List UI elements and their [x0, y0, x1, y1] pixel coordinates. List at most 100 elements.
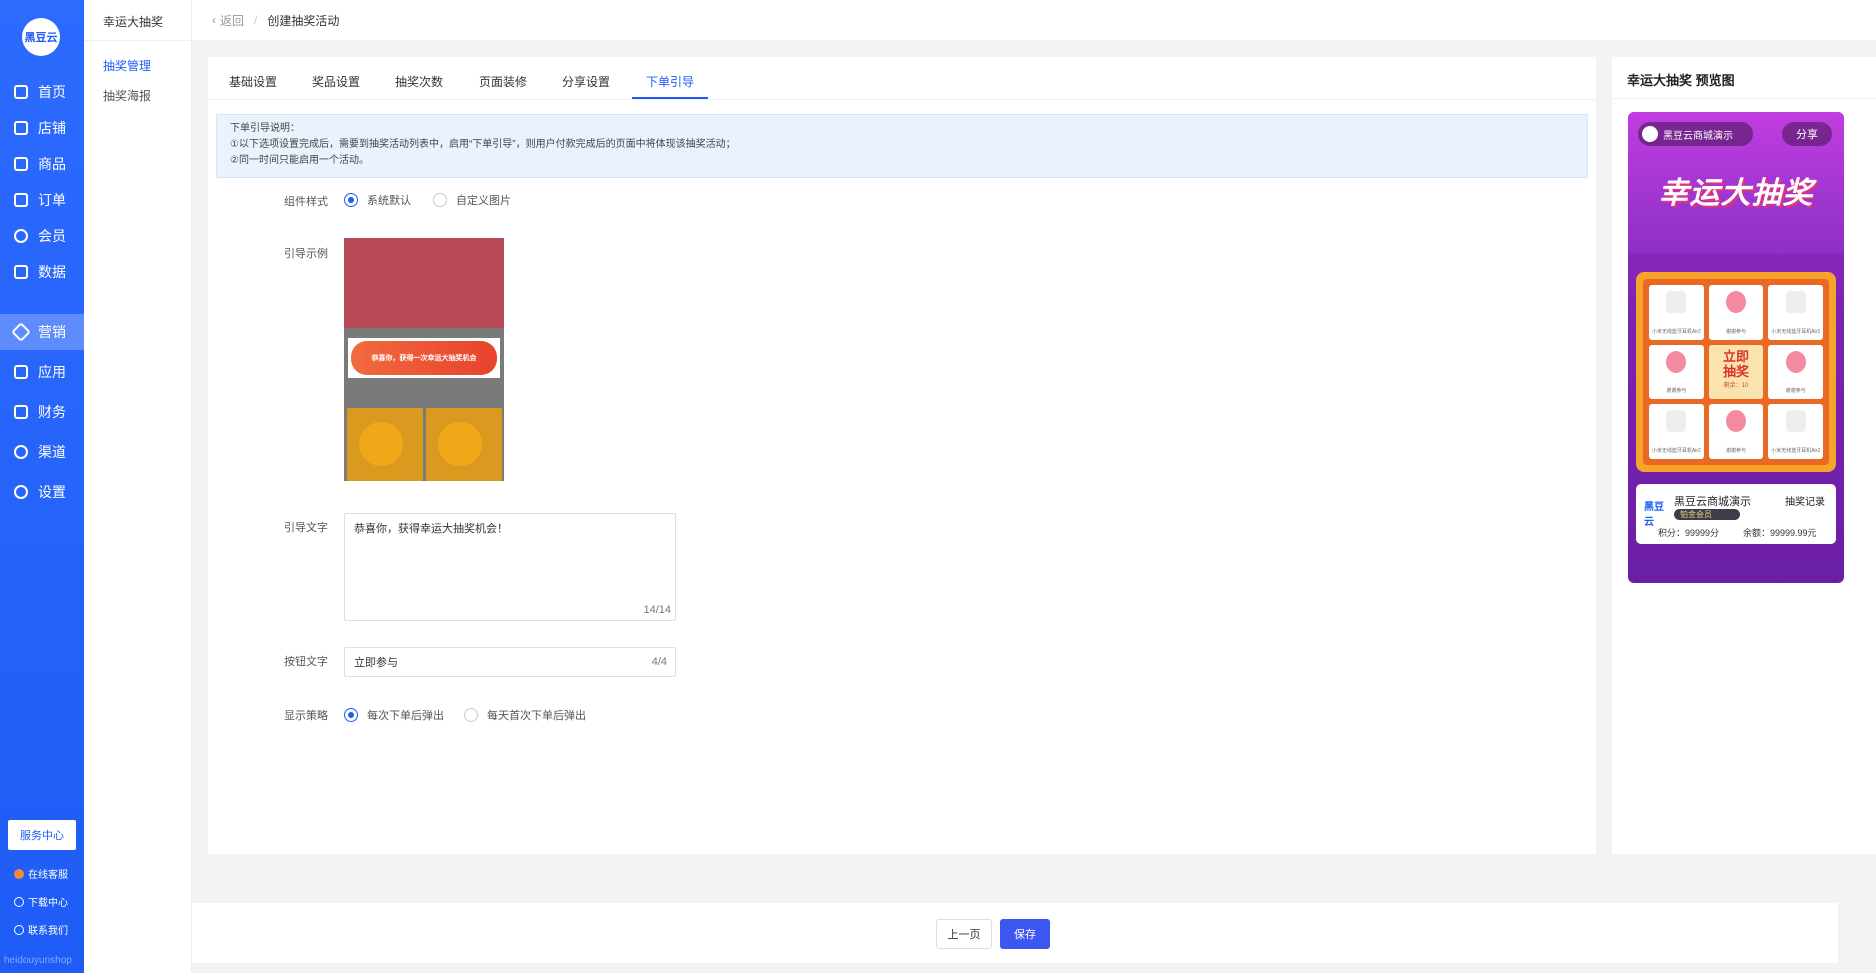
- radio-label: 每次下单后弹出: [367, 710, 444, 722]
- sub-sidebar: 幸运大抽奖 抽奖管理 抽奖海报: [84, 0, 192, 973]
- save-button[interactable]: 保存: [1000, 919, 1050, 949]
- prize-cell: 小米无线蓝牙耳机Air2: [1768, 285, 1823, 340]
- radio-label: 自定义图片: [456, 195, 511, 207]
- notice-line-2: ②同一时间只能启用一个活动。: [230, 155, 369, 166]
- radio-unchecked-icon: [433, 193, 447, 207]
- preview-title: 幸运大抽奖 预览图: [1627, 73, 1735, 88]
- prize-cell: 谢谢参与: [1768, 344, 1823, 400]
- heart-icon: [1725, 410, 1746, 433]
- button-text-value: 立即参与: [354, 657, 398, 669]
- prize-cell: 谢谢参与: [1649, 344, 1704, 400]
- nav-item-orders[interactable]: 订单: [0, 182, 84, 218]
- divider: [84, 40, 192, 41]
- prize-label: 小米无线蓝牙耳机Air2: [1771, 448, 1821, 454]
- guide-text-field[interactable]: 恭喜你，获得幸运大抽奖机会！ 14/14: [344, 513, 676, 621]
- nav-item-apps[interactable]: 应用: [0, 354, 84, 390]
- shop-name: 黑豆云商城演示: [1663, 130, 1733, 142]
- brand-watermark: heidouyunshop: [4, 955, 72, 966]
- strategy-label: 显示策略: [284, 710, 328, 722]
- nav-item-data[interactable]: 数据: [0, 254, 84, 290]
- draw-line-2: 抽奖: [1722, 364, 1749, 380]
- nav-label: 商品: [38, 156, 66, 172]
- nav-label: 设置: [38, 484, 66, 500]
- example-label: 引导示例: [284, 248, 328, 260]
- main-sidebar: 黑豆云 首页 店铺 商品 订单 会员 数据 营销 应用 财务 渠道 设置 服务中…: [0, 0, 84, 973]
- tab-basic[interactable]: 基础设置: [229, 73, 277, 90]
- prize-label: 谢谢参与: [1725, 448, 1746, 454]
- channel-icon: [14, 445, 28, 459]
- member-badge: 铂金会员: [1674, 509, 1740, 520]
- notice-line-1: ①以下选项设置完成后，需要到抽奖活动列表中，启用“下单引导”，则用户付款完成后的…: [230, 139, 736, 150]
- chart-icon: [14, 265, 28, 279]
- example-banner-text: 恭喜你，获得一次幸运大抽奖机会: [351, 341, 497, 375]
- prize-cell: 小米无线蓝牙耳机Air2: [1649, 285, 1704, 340]
- radio-style-default[interactable]: 系统默认: [344, 192, 411, 208]
- contact-us-link[interactable]: 联系我们: [14, 922, 68, 937]
- nav-label: 订单: [38, 192, 66, 208]
- nav-item-store[interactable]: 店铺: [0, 110, 84, 146]
- earbuds-icon: [1666, 291, 1687, 313]
- user-points: 积分：99999分: [1658, 528, 1720, 538]
- radio-strategy-first-daily[interactable]: 每天首次下单后弹出: [464, 707, 586, 723]
- nav-item-marketing[interactable]: 营销: [0, 314, 84, 350]
- radio-style-custom[interactable]: 自定义图片: [433, 192, 511, 208]
- radio-strategy-every-order[interactable]: 每次下单后弹出: [344, 707, 444, 723]
- button-text-field[interactable]: 立即参与 4/4: [344, 647, 676, 677]
- tab-share[interactable]: 分享设置: [562, 73, 610, 90]
- preview-panel: 幸运大抽奖 预览图 黑豆云商城演示 分享 幸运大抽奖 小米无线蓝牙耳机Air2 …: [1612, 57, 1876, 854]
- active-tab-indicator: [632, 97, 708, 99]
- tab-order-guide[interactable]: 下单引导: [646, 73, 694, 90]
- online-service-link[interactable]: 在线客服: [14, 866, 68, 881]
- shop-chip: 黑豆云商城演示: [1638, 122, 1753, 146]
- chat-icon: [14, 868, 24, 879]
- user-info-card: 黑豆云 黑豆云商城演示 铂金会员 抽奖记录 积分：99999分 余额：99999…: [1636, 484, 1836, 544]
- subnav-item-lottery-poster[interactable]: 抽奖海报: [103, 87, 151, 104]
- tag-icon: [11, 322, 31, 342]
- button-text-label: 按钮文字: [284, 656, 328, 668]
- subnav-item-lottery-manage[interactable]: 抽奖管理: [103, 57, 151, 74]
- prize-label: 小米无线蓝牙耳机Air2: [1651, 448, 1701, 454]
- phone-preview: 黑豆云商城演示 分享 幸运大抽奖 小米无线蓝牙耳机Air2 谢谢参与 小米无线蓝…: [1628, 112, 1844, 583]
- user-logo: 黑豆云: [1644, 502, 1664, 528]
- heart-icon: [1785, 350, 1806, 373]
- nav-label: 店铺: [38, 120, 66, 136]
- back-label: 返回: [220, 13, 245, 28]
- back-link[interactable]: ‹ 返回: [212, 12, 244, 29]
- service-center-button[interactable]: 服务中心: [8, 820, 76, 850]
- store-icon: [14, 121, 28, 135]
- tab-draw-times[interactable]: 抽奖次数: [395, 73, 443, 90]
- nav-item-finance[interactable]: 财务: [0, 394, 84, 430]
- radio-unchecked-icon: [464, 708, 478, 722]
- prev-page-button[interactable]: 上一页: [936, 919, 992, 949]
- earbuds-icon: [1785, 291, 1806, 313]
- nav-label: 财务: [38, 404, 66, 420]
- nav-item-goods[interactable]: 商品: [0, 146, 84, 182]
- nav-item-members[interactable]: 会员: [0, 218, 84, 254]
- style-label: 组件样式: [284, 196, 328, 208]
- tab-prizes[interactable]: 奖品设置: [312, 73, 360, 90]
- nav-label: 首页: [38, 84, 66, 100]
- tab-bar: 基础设置 奖品设置 抽奖次数 页面装修 分享设置 下单引导: [208, 57, 1596, 100]
- download-center-link[interactable]: 下载中心: [14, 894, 68, 909]
- nav-label: 会员: [38, 228, 66, 244]
- radio-label: 每天首次下单后弹出: [487, 710, 586, 722]
- link-label: 在线客服: [28, 870, 68, 881]
- prize-label: 谢谢参与: [1785, 388, 1806, 395]
- logo[interactable]: 黑豆云: [22, 18, 60, 56]
- guide-text-value: 恭喜你，获得幸运大抽奖机会！: [354, 523, 508, 535]
- prize-label: 小米无线蓝牙耳机Air2: [1771, 328, 1821, 335]
- tab-page-decor[interactable]: 页面装修: [479, 73, 527, 90]
- nav-item-home[interactable]: 首页: [0, 74, 84, 110]
- link-label: 联系我们: [28, 926, 68, 937]
- heart-icon: [1725, 291, 1746, 313]
- earbuds-icon: [1666, 410, 1687, 433]
- shop-avatar: [1642, 126, 1658, 142]
- nav-label: 渠道: [38, 444, 66, 460]
- lottery-grid: 小米无线蓝牙耳机Air2 谢谢参与 小米无线蓝牙耳机Air2 谢谢参与 立即 抽…: [1636, 272, 1836, 472]
- nav-item-channel[interactable]: 渠道: [0, 434, 84, 470]
- prize-label: 谢谢参与: [1666, 388, 1687, 395]
- goods-icon: [14, 157, 28, 171]
- radio-label: 系统默认: [367, 195, 411, 207]
- nav-item-settings[interactable]: 设置: [0, 474, 84, 510]
- top-header: ‹ 返回 / 创建抽奖活动: [192, 0, 1876, 40]
